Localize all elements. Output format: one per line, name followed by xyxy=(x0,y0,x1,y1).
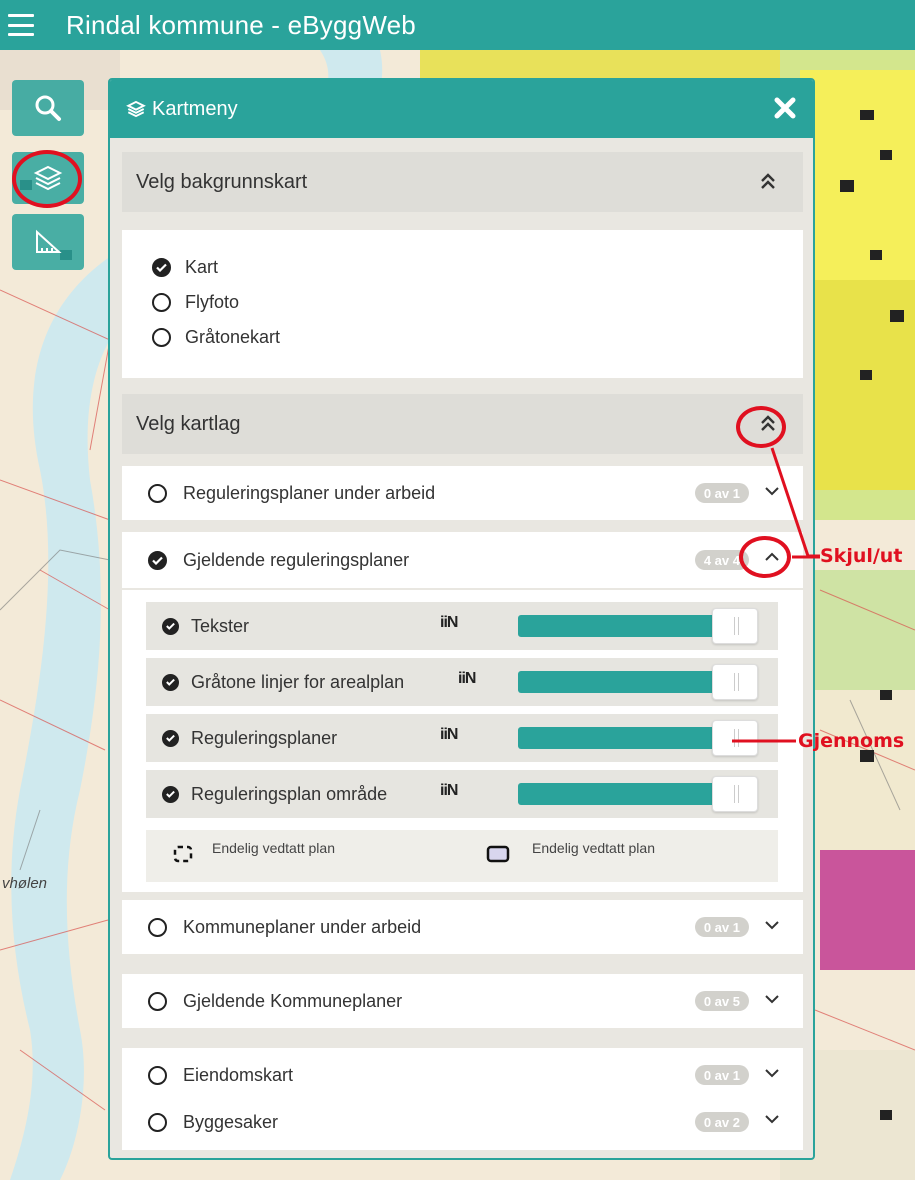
annotation-ring-layers xyxy=(12,150,82,208)
annotation-lines xyxy=(732,447,820,743)
annotation-opacity-label: Gjennoms xyxy=(798,730,905,752)
annotation-toggle-label: Skjul/ut xyxy=(820,545,903,567)
annotation-ring-expand xyxy=(739,536,791,578)
annotation-ring-collapse xyxy=(736,406,786,448)
